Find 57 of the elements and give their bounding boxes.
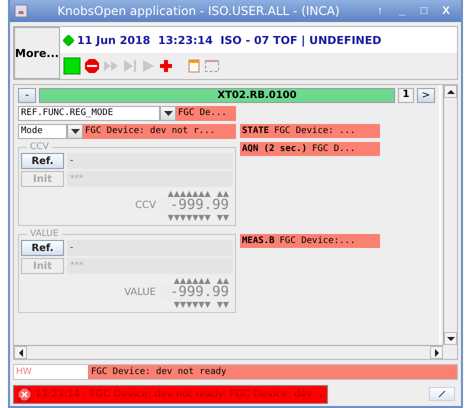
readout-field: AQN (2 sec.) FGC D... bbox=[240, 142, 380, 156]
increment-arrows[interactable]: ▲▲ bbox=[216, 276, 229, 285]
start-icon[interactable] bbox=[63, 57, 81, 75]
scroll-left-button[interactable] bbox=[14, 346, 27, 359]
scroll-right-button[interactable] bbox=[430, 346, 443, 359]
app-icon bbox=[14, 4, 28, 18]
down-arrow-icon[interactable] bbox=[446, 336, 454, 340]
window-control[interactable]: X bbox=[435, 2, 457, 20]
more-button[interactable]: More... bbox=[14, 27, 60, 79]
property-status: FGC De... bbox=[176, 106, 236, 121]
expand-button[interactable] bbox=[429, 387, 455, 401]
decrement-arrows[interactable]: ▼▼▼▼▼▼ bbox=[174, 300, 211, 309]
group-title: CCV bbox=[29, 142, 50, 152]
right-arrow-icon[interactable] bbox=[434, 348, 438, 356]
scroll-up-button[interactable] bbox=[444, 85, 457, 98]
stop-sign-icon[interactable] bbox=[84, 58, 100, 74]
window-control[interactable]: _ bbox=[391, 2, 413, 20]
init-value: *** bbox=[67, 258, 233, 274]
increment-arrows[interactable]: ▲▲▲▲▲▲▲ bbox=[168, 189, 211, 198]
plus-icon[interactable] bbox=[158, 58, 174, 74]
readout-field: MEAS.B FGC Device:... bbox=[240, 234, 380, 248]
state-field: STATE FGC Device: ... bbox=[240, 124, 380, 138]
page-number: 1 bbox=[398, 88, 414, 103]
slash-icon[interactable] bbox=[438, 390, 446, 398]
device-name: XT02.RB.0100 bbox=[39, 88, 395, 103]
init-value: *** bbox=[67, 171, 233, 187]
error-icon bbox=[18, 388, 31, 400]
ref-value: - bbox=[67, 240, 233, 256]
increment-arrows[interactable]: ▲▲▲▲▲▲ bbox=[174, 276, 211, 285]
next-button[interactable]: > bbox=[417, 88, 435, 103]
ref-button[interactable]: Ref. bbox=[21, 153, 64, 169]
value-label: VALUE bbox=[124, 287, 156, 298]
increment-arrows[interactable]: ▲▲ bbox=[216, 189, 229, 198]
property-dropdown[interactable]: REF.FUNC.REG_MODE bbox=[18, 106, 160, 121]
dropdown-icon[interactable] bbox=[70, 129, 80, 134]
error-message: 13:23:14 - FGC Device: dev not ready: FGC Device: dev ... bbox=[35, 388, 326, 400]
note-icon[interactable] bbox=[187, 58, 201, 74]
decrement-arrows[interactable]: ▼▼ bbox=[216, 300, 229, 309]
dropdown-icon[interactable] bbox=[164, 111, 172, 116]
hw-message: FGC Device: dev not ready bbox=[88, 365, 457, 379]
timing-info: 11 Jun 2018 13:23:14 ISO - 07 TOF | UNDEFINED bbox=[77, 34, 382, 46]
window-title: KnobsOpen application - ISO.USER.ALL - (INCA) bbox=[56, 4, 341, 18]
window-control[interactable]: □ bbox=[413, 2, 435, 20]
left-arrow-icon[interactable] bbox=[18, 348, 22, 356]
value-label: CCV bbox=[135, 200, 156, 211]
ref-button[interactable]: Ref. bbox=[21, 240, 64, 256]
ref-value: - bbox=[67, 153, 233, 169]
collapse-button[interactable]: - bbox=[18, 88, 36, 103]
up-arrow-icon[interactable] bbox=[446, 90, 454, 94]
mode-status: FGC Device: dev not r... bbox=[83, 124, 236, 139]
scroll-down-button[interactable] bbox=[444, 332, 457, 345]
group-title: VALUE bbox=[29, 229, 60, 239]
mode-dropdown[interactable]: Mode bbox=[18, 124, 67, 139]
hw-label: HW bbox=[14, 365, 88, 379]
decrement-arrows[interactable]: ▼▼▼▼▼▼▼ bbox=[168, 213, 211, 222]
window-control[interactable]: ↑ bbox=[369, 2, 391, 20]
decrement-arrows[interactable]: ▼▼ bbox=[216, 213, 229, 222]
